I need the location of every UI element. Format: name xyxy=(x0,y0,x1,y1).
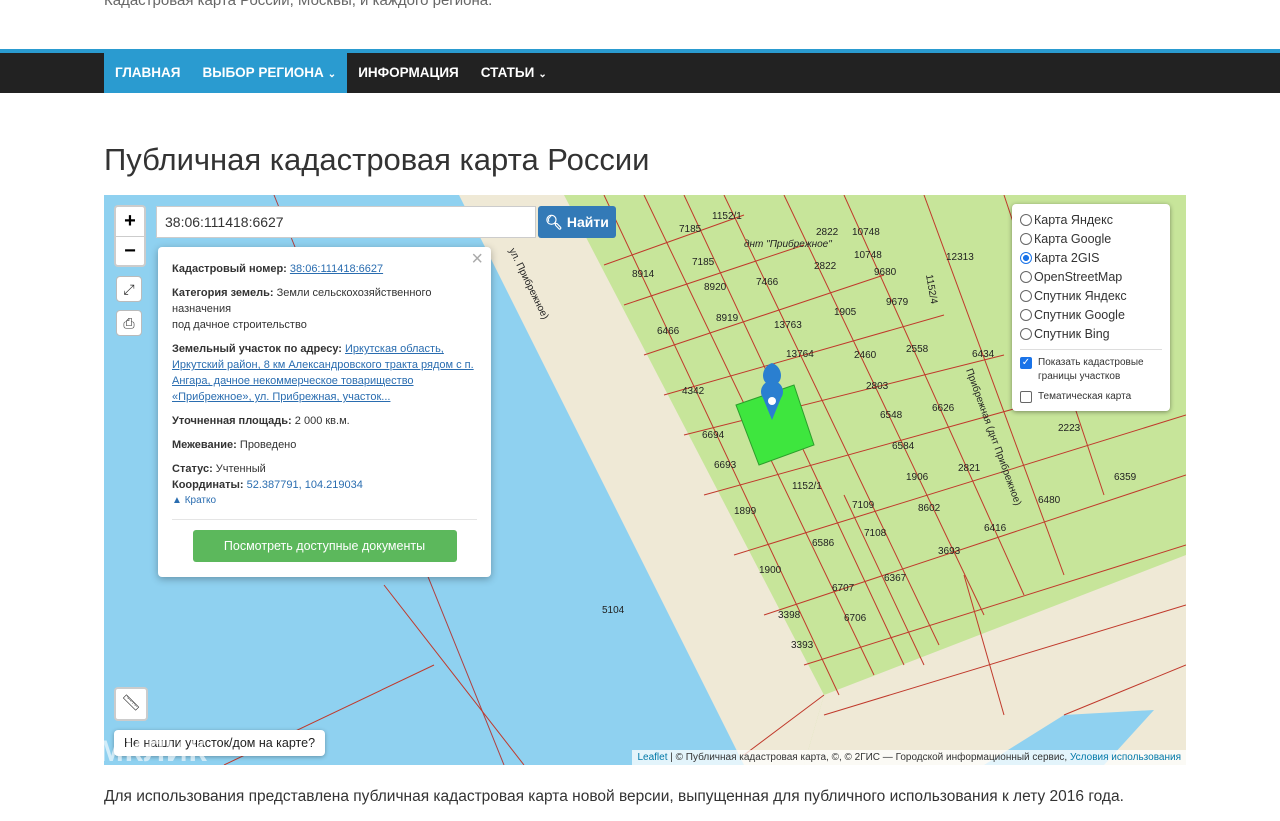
view-documents-button[interactable]: Посмотреть доступные документы xyxy=(192,530,457,562)
measure-button[interactable]: 📏︎ xyxy=(114,687,148,721)
map-attribution: Leaflet | © Публичная кадастровая карта,… xyxy=(632,750,1186,765)
page-title: Публичная кадастровая карта России xyxy=(104,142,650,177)
svg-text:1152/4: 1152/4 xyxy=(923,274,939,306)
layer-option[interactable]: Спутник Bing xyxy=(1020,324,1162,343)
description-text: Для использования представлена публичная… xyxy=(104,788,1124,805)
svg-text:6586: 6586 xyxy=(812,538,835,549)
svg-text:6466: 6466 xyxy=(657,326,680,337)
svg-text:8920: 8920 xyxy=(704,282,727,293)
svg-text:5104: 5104 xyxy=(602,605,625,616)
svg-text:6693: 6693 xyxy=(714,460,737,471)
svg-text:2821: 2821 xyxy=(958,463,981,474)
svg-text:2223: 2223 xyxy=(1058,423,1081,434)
zoom-control: + − xyxy=(114,205,146,267)
svg-text:6707: 6707 xyxy=(832,583,855,594)
svg-text:3398: 3398 xyxy=(778,610,801,621)
layer-option[interactable]: Карта Google xyxy=(1020,229,1162,248)
site-tagline: Кадастровая карта России, Москвы, и кажд… xyxy=(104,0,493,9)
map-label-dnt: днт "Прибрежное" xyxy=(744,238,832,250)
svg-text:3393: 3393 xyxy=(791,640,814,651)
svg-text:8919: 8919 xyxy=(716,313,739,324)
svg-text:1900: 1900 xyxy=(759,565,782,576)
svg-text:13764: 13764 xyxy=(786,349,814,360)
cadastral-search-input[interactable]: 38:06:111418:6627 xyxy=(156,206,536,238)
leaflet-link[interactable]: Leaflet xyxy=(637,752,667,763)
layer-option[interactable]: OpenStreetMap xyxy=(1020,267,1162,286)
svg-text:6626: 6626 xyxy=(932,403,955,414)
layer-option[interactable]: Спутник Google xyxy=(1020,305,1162,324)
svg-text:2803: 2803 xyxy=(866,381,889,392)
ruler-icon: 📏︎ xyxy=(120,695,142,712)
expand-icon: ⤢ xyxy=(123,281,135,297)
svg-text:7108: 7108 xyxy=(864,528,887,539)
chevron-down-icon: ⌄ xyxy=(327,69,337,80)
svg-text:6480: 6480 xyxy=(1038,495,1061,506)
svg-text:6359: 6359 xyxy=(1114,472,1137,483)
svg-text:1906: 1906 xyxy=(906,472,929,483)
svg-text:7466: 7466 xyxy=(756,277,779,288)
thematic-map-checkbox[interactable]: Тематическая карта xyxy=(1020,390,1162,404)
svg-text:1152/1: 1152/1 xyxy=(712,211,742,222)
svg-text:6584: 6584 xyxy=(892,441,915,452)
layer-option[interactable]: Карта 2GIS xyxy=(1020,248,1162,267)
svg-text:8602: 8602 xyxy=(918,503,941,514)
svg-text:6694: 6694 xyxy=(702,430,725,441)
svg-text:2460: 2460 xyxy=(854,350,877,361)
svg-text:6367: 6367 xyxy=(884,573,907,584)
watermark: ДОМКЛИК xyxy=(52,735,208,768)
svg-text:12313: 12313 xyxy=(946,252,974,263)
parcel-info-popup: × Кадастровый номер: 38:06:111418:6627 К… xyxy=(158,247,491,577)
svg-text:2558: 2558 xyxy=(906,344,929,355)
svg-text:3693: 3693 xyxy=(938,546,961,557)
svg-text:1899: 1899 xyxy=(734,506,757,517)
svg-text:8914: 8914 xyxy=(632,269,655,280)
nav-articles[interactable]: СТАТЬИ ⌄ xyxy=(470,53,558,93)
svg-text:2822: 2822 xyxy=(814,261,837,272)
nav-region-select[interactable]: ВЫБОР РЕГИОНА ⌄ xyxy=(191,53,348,93)
svg-text:1905: 1905 xyxy=(834,307,857,318)
cadastral-map[interactable]: днт "Прибрежное" ул. Прибрежное) Прибреж… xyxy=(104,195,1186,765)
layer-option[interactable]: Карта Яндекс xyxy=(1020,210,1162,229)
svg-text:7185: 7185 xyxy=(692,257,715,268)
svg-text:6706: 6706 xyxy=(844,613,867,624)
layer-option[interactable]: Спутник Яндекс xyxy=(1020,286,1162,305)
svg-text:10748: 10748 xyxy=(854,250,882,261)
chevron-down-icon: ⌄ xyxy=(538,69,547,80)
svg-text:9679: 9679 xyxy=(886,297,909,308)
main-nav: ГЛАВНАЯ ВЫБОР РЕГИОНА ⌄ ИНФОРМАЦИЯ СТАТЬИ… xyxy=(0,49,1280,93)
svg-text:2822: 2822 xyxy=(816,227,839,238)
terms-link[interactable]: Условия использования xyxy=(1070,752,1181,763)
nav-home[interactable]: ГЛАВНАЯ xyxy=(104,53,192,93)
print-button[interactable]: ⎙ xyxy=(116,310,142,336)
fullscreen-button[interactable]: ⤢ xyxy=(116,276,142,302)
svg-text:7109: 7109 xyxy=(852,500,875,511)
svg-text:6434: 6434 xyxy=(972,349,995,360)
brief-toggle[interactable]: ▲ Кратко xyxy=(172,493,477,509)
svg-text:7185: 7185 xyxy=(679,224,702,235)
zoom-in-button[interactable]: + xyxy=(116,207,144,236)
svg-text:1152/1: 1152/1 xyxy=(792,481,822,492)
caret-up-icon: ▲ xyxy=(172,495,182,506)
svg-text:9680: 9680 xyxy=(874,267,897,278)
svg-text:10748: 10748 xyxy=(852,227,880,238)
nav-info[interactable]: ИНФОРМАЦИЯ xyxy=(347,53,470,93)
close-icon[interactable]: × xyxy=(471,249,483,269)
show-borders-checkbox[interactable]: ✓ Показать кадастровые границы участков xyxy=(1020,356,1162,384)
find-button[interactable]: 🔍︎ Найти xyxy=(538,206,616,238)
search-icon: 🔍︎ xyxy=(545,214,563,230)
cadastral-number-link[interactable]: 38:06:111418:6627 xyxy=(290,263,383,275)
svg-text:13763: 13763 xyxy=(774,320,802,331)
layer-switcher: Карта Яндекс Карта Google Карта 2GIS Ope… xyxy=(1012,204,1170,411)
svg-text:6416: 6416 xyxy=(984,523,1007,534)
svg-text:6548: 6548 xyxy=(880,410,903,421)
svg-text:4342: 4342 xyxy=(682,386,705,397)
coordinates-value: 52.387791, 104.219034 xyxy=(246,479,363,491)
printer-icon: ⎙ xyxy=(123,315,135,331)
zoom-out-button[interactable]: − xyxy=(116,236,144,265)
